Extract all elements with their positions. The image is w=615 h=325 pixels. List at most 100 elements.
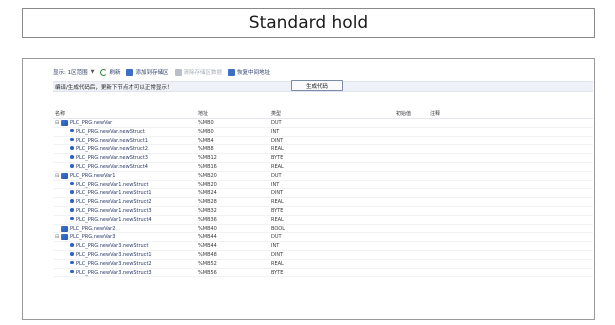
row-name: PLC_PRG.newVar.newStruct4	[76, 164, 148, 170]
row-type: DINT	[271, 252, 284, 258]
row-type: BOOL	[271, 225, 285, 232]
collapse-icon[interactable]: ⊟	[55, 234, 59, 240]
row-address: %MB52	[198, 260, 217, 267]
column-header-type[interactable]: 类型	[271, 110, 281, 117]
table-row[interactable]: PLC_PRG.newVar3.newStruct2 %MB52 REAL	[53, 260, 593, 269]
table-row[interactable]: PLC_PRG.newVar.newStruct4 %MB16 REAL	[53, 163, 593, 172]
table-row[interactable]: PLC_PRG.newVar.newStruct2 %MB8 REAL	[53, 145, 593, 155]
member-icon	[70, 252, 74, 256]
row-type: REAL	[271, 260, 284, 267]
variable-icon	[61, 234, 68, 241]
table-row[interactable]: PLC_PRG.newVar3.newStruct1 %MB48 DINT	[53, 251, 593, 260]
display-range-dropdown[interactable]: 显示: 1区范围 ▼	[53, 68, 94, 76]
table-row[interactable]: PLC_PRG.newVar1.newStruct2 %MB28 REAL	[53, 198, 593, 207]
row-type: REAL	[271, 216, 284, 223]
row-name: PLC_PRG.newVar.newStruct3	[76, 155, 148, 162]
member-icon	[70, 216, 74, 221]
row-type: INT	[271, 128, 280, 135]
collapse-icon[interactable]: ⊟	[55, 120, 59, 126]
member-icon	[70, 260, 74, 265]
table-row[interactable]: PLC_PRG.newVar1.newStruct4 %MB36 REAL	[53, 216, 593, 225]
display-range-label: 显示: 1区范围	[53, 70, 88, 76]
chevron-down-icon: ▼	[90, 69, 95, 75]
member-icon	[70, 155, 74, 159]
clear-storage-label: 清除存储区数据	[183, 70, 223, 76]
table-row[interactable]: PLC_PRG.newVar3.newStruct %MB44 INT	[53, 242, 593, 251]
table-row[interactable]: PLC_PRG.newVar1.newStruct1 %MB24 DINT	[53, 189, 593, 199]
row-name: PLC_PRG.newVar3.newStruct3	[76, 269, 152, 276]
column-header-initial-value[interactable]: 初始值	[396, 110, 411, 117]
variable-icon	[61, 172, 68, 179]
row-address: %MB48	[198, 252, 217, 258]
table-row[interactable]: PLC_PRG.newVar2 %MB40 BOOL	[53, 225, 593, 234]
toolbar: 显示: 1区范围 ▼ 刷新 添加到存储区 清除存储区数据 恢复中间地址	[53, 65, 270, 79]
restore-icon	[228, 68, 236, 76]
add-to-storage-button[interactable]: 添加到存储区	[126, 68, 169, 76]
table-header: 名称 地址 类型 初始值 注释	[53, 108, 593, 118]
row-name: PLC_PRG.newVar1.newStruct1	[76, 190, 152, 197]
restore-address-label: 恢复中间地址	[237, 70, 271, 76]
collapse-icon[interactable]: ⊟	[55, 173, 59, 179]
refresh-label: 刷新	[109, 70, 121, 76]
row-type: BYTE	[271, 269, 284, 276]
member-icon	[70, 208, 74, 212]
row-type: REAL	[271, 164, 284, 170]
row-name: PLC_PRG.newVar3.newStruct	[76, 243, 149, 250]
row-address: %MB36	[198, 216, 217, 223]
row-name: PLC_PRG.newVar1	[70, 172, 116, 179]
row-type: DINT	[271, 190, 284, 197]
row-address: %MB4	[198, 137, 214, 144]
member-icon	[70, 128, 74, 133]
table-row[interactable]: ⊟ PLC_PRG.newVar %MB0 DUT	[53, 119, 593, 128]
row-type: DUT	[271, 120, 282, 126]
column-header-comment[interactable]: 注释	[430, 110, 440, 117]
table-row[interactable]: PLC_PRG.newVar1.newStruct3 %MB32 BYTE	[53, 207, 593, 216]
row-type: REAL	[271, 199, 284, 206]
table-row[interactable]: PLC_PRG.newVar.newStruct %MB0 INT	[53, 128, 593, 137]
row-name: PLC_PRG.newVar1.newStruct	[76, 181, 149, 188]
page-title: Standard hold	[22, 8, 595, 38]
row-name: PLC_PRG.newVar.newStruct2	[76, 146, 148, 153]
member-icon	[70, 146, 74, 150]
member-icon	[70, 269, 74, 274]
refresh-icon	[100, 68, 108, 76]
row-name: PLC_PRG.newVar2	[70, 225, 116, 232]
member-icon	[70, 137, 74, 142]
row-name: PLC_PRG.newVar.newStruct	[76, 128, 145, 135]
row-type: INT	[271, 243, 280, 250]
table-row[interactable]: PLC_PRG.newVar.newStruct3 %MB12 BYTE	[53, 154, 593, 163]
storage-icon	[126, 68, 134, 76]
screenshot-frame: 显示: 1区范围 ▼ 刷新 添加到存储区 清除存储区数据 恢复中间地址 编译/生…	[22, 58, 595, 320]
table-row[interactable]: ⊟ PLC_PRG.newVar3 %MB44 DUT	[53, 233, 593, 243]
row-name: PLC_PRG.newVar	[70, 120, 113, 126]
row-type: DUT	[271, 234, 282, 241]
row-name: PLC_PRG.newVar1.newStruct3	[76, 208, 152, 214]
row-name: PLC_PRG.newVar1.newStruct2	[76, 199, 152, 206]
hint-text: 编译/生成代码后，更新下节点才可以正常显示！	[55, 84, 173, 91]
clear-storage-button[interactable]: 清除存储区数据	[174, 68, 223, 76]
row-address: %MB20	[198, 181, 217, 188]
row-address: %MB0	[198, 128, 214, 135]
row-address: %MB8	[198, 146, 214, 153]
row-name: PLC_PRG.newVar.newStruct1	[76, 137, 148, 144]
table-row[interactable]: PLC_PRG.newVar1.newStruct %MB20 INT	[53, 181, 593, 190]
clear-icon	[174, 68, 182, 76]
member-icon	[70, 164, 74, 168]
member-icon	[70, 190, 74, 194]
refresh-button[interactable]: 刷新	[100, 68, 120, 76]
table-row[interactable]: ⊟ PLC_PRG.newVar1 %MB20 DUT	[53, 172, 593, 181]
row-address: %MB40	[198, 225, 217, 232]
row-address: %MB24	[198, 190, 217, 197]
column-header-name[interactable]: 名称	[55, 110, 65, 117]
table-row[interactable]: PLC_PRG.newVar3.newStruct3 %MB56 BYTE	[53, 269, 593, 278]
row-name: PLC_PRG.newVar1.newStruct4	[76, 216, 152, 223]
column-header-address[interactable]: 地址	[198, 110, 208, 117]
row-type: DUT	[271, 172, 282, 179]
row-name: PLC_PRG.newVar3.newStruct2	[76, 260, 152, 267]
table-row[interactable]: PLC_PRG.newVar.newStruct1 %MB4 DINT	[53, 137, 593, 146]
restore-address-button[interactable]: 恢复中间地址	[228, 68, 270, 76]
generate-code-button[interactable]: 生成代码	[291, 80, 343, 91]
row-address: %MB0	[198, 120, 214, 126]
row-name: PLC_PRG.newVar3	[70, 234, 116, 241]
member-icon	[70, 199, 74, 203]
